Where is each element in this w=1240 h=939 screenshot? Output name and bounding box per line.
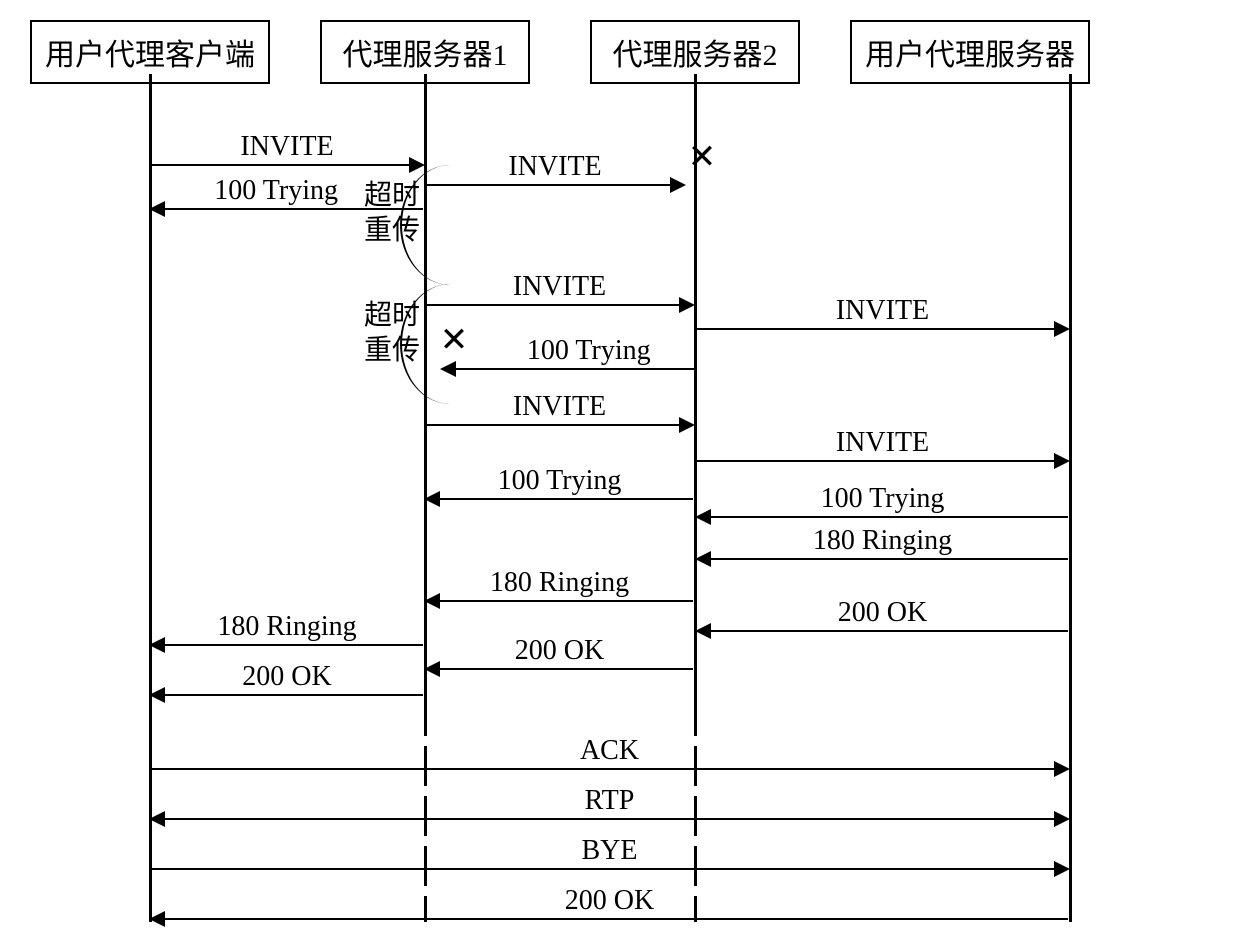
msg-invite-p2-uas-2: INVITE [697,432,1068,462]
arrow [426,498,693,501]
label: 100 Trying [525,335,653,367]
msg-trying-uas-p2: 100 Trying [697,488,1068,518]
label: 100 Trying [212,175,340,207]
msg-invite-p1-p2-lost: INVITE [426,156,684,186]
msg-trying-p2-p1-lost: 100 Trying [442,340,695,370]
arrow [151,918,1068,921]
msg-ack: ACK [151,740,1068,770]
lost-marker-2: ✕ [440,324,469,358]
label: 100 Trying [496,465,624,497]
lost-marker-1: ✕ [688,141,717,175]
lifeline-uas [1069,74,1072,922]
arrow [697,516,1068,519]
arrow [426,600,693,603]
msg-ringing-p2-p1: 180 Ringing [426,572,693,602]
label: INVITE [238,131,335,163]
label: 180 Ringing [811,525,954,557]
arrow [151,868,1068,871]
arrow [426,184,684,187]
arrow [697,328,1068,331]
arrow [151,164,423,167]
arrow [426,424,693,427]
label: 100 Trying [819,483,947,515]
arrow [442,368,695,371]
msg-ok-final: 200 OK [151,890,1068,920]
arrow [151,818,1068,821]
msg-ok-p2-p1: 200 OK [426,640,693,670]
gap [687,836,703,846]
label: RTP [583,785,637,817]
label: INVITE [511,271,608,303]
arrow [151,768,1068,771]
label: INVITE [506,151,603,183]
msg-invite-uac-p1: INVITE [151,136,423,166]
msg-ok-uas-p2: 200 OK [697,602,1068,632]
msg-bye: BYE [151,840,1068,870]
arrow [426,304,693,307]
gap [687,886,703,896]
gap [687,736,703,746]
participant-uas: 用户代理服务器 [850,20,1090,84]
label: INVITE [834,295,931,327]
label: 180 Ringing [215,611,358,643]
arrow [151,644,423,647]
msg-trying-p2-p1: 100 Trying [426,470,693,500]
arrow [426,668,693,671]
label: 200 OK [513,635,606,667]
arrow [697,460,1068,463]
msg-ringing-p1-uac: 180 Ringing [151,616,423,646]
msg-invite-p1-p2-retry2: INVITE [426,396,693,426]
label: ACK [578,735,641,767]
gap [417,736,433,746]
msg-invite-p2-uas-1: INVITE [697,300,1068,330]
msg-invite-p1-p2-retry1: INVITE [426,276,693,306]
label: INVITE [511,391,608,423]
label: 200 OK [563,885,656,917]
msg-ok-p1-uac: 200 OK [151,666,423,696]
label: BYE [580,835,640,867]
msg-rtp: RTP [151,790,1068,820]
arrow [151,694,423,697]
gap [417,886,433,896]
msg-ringing-uas-p2: 180 Ringing [697,530,1068,560]
label: INVITE [834,427,931,459]
arrow [697,558,1068,561]
label: 200 OK [240,661,333,693]
label: 200 OK [836,597,929,629]
arrow [697,630,1068,633]
gap [687,786,703,796]
gap [417,836,433,846]
label: 180 Ringing [488,567,631,599]
sequence-diagram: 用户代理客户端 代理服务器1 代理服务器2 用户代理服务器 INVITE INV… [0,0,1240,939]
gap [417,786,433,796]
